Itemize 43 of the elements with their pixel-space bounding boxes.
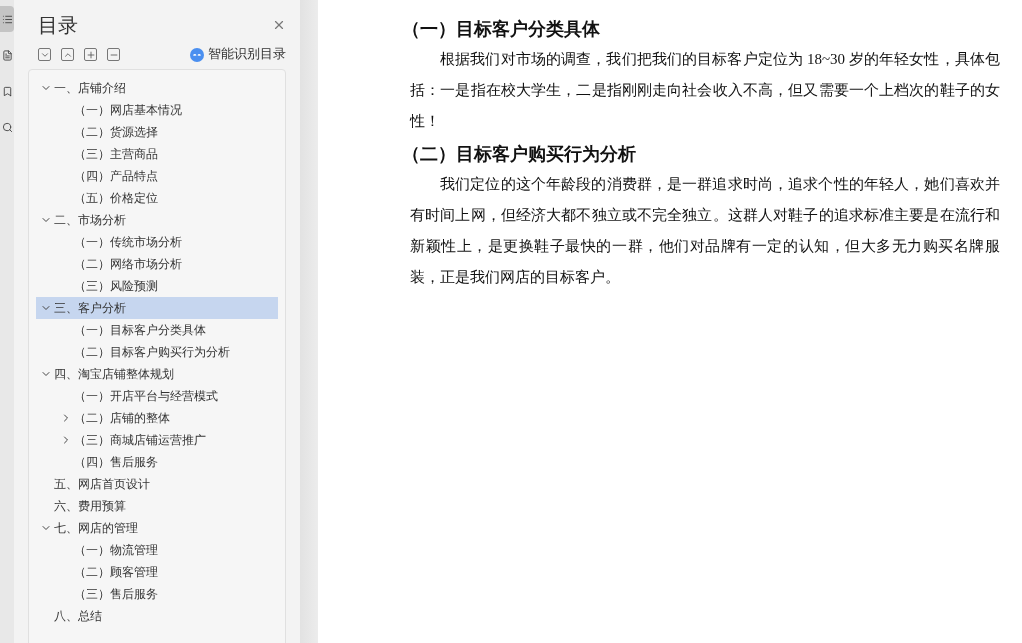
toc-item[interactable]: （二）顾客管理 <box>36 561 278 583</box>
close-icon[interactable] <box>272 18 286 32</box>
section-heading: （二）目标客户购买行为分析 <box>402 143 637 166</box>
toc-item[interactable]: （一）传统市场分析 <box>36 231 278 253</box>
toc-item[interactable]: （一）网店基本情况 <box>36 99 278 121</box>
toc-item[interactable]: 八、总结 <box>36 605 278 627</box>
expand-all-button[interactable] <box>61 48 74 61</box>
toc-item[interactable]: 七、网店的管理 <box>36 517 278 539</box>
search-icon <box>1 121 13 133</box>
toc-item[interactable]: （一）物流管理 <box>36 539 278 561</box>
add-button[interactable] <box>84 48 97 61</box>
toc-item[interactable]: （一）开店平台与经营模式 <box>36 385 278 407</box>
toc-item[interactable]: 二、市场分析 <box>36 209 278 231</box>
paragraph: 我们定位的这个年龄段的消费群，是一群追求时尚，追求个性的年轻人，她们喜欢并有时间上网，但经济大都不独立或不完全独立。这群人对鞋子的追求标准主要是在流行和新颖性上，是更换鞋子最快的一群，他们对品牌有一定的认知，但大多无力购买名牌服装，正是我们网店的目标客户。 <box>410 175 1000 287</box>
panel-title: 目录 <box>38 11 78 39</box>
toc-item[interactable]: （二）货源选择 <box>36 121 278 143</box>
toc-item[interactable]: 一、店铺介绍 <box>36 77 278 99</box>
toc-item[interactable]: 三、客户分析 <box>36 297 278 319</box>
toc-item[interactable]: （二）网络市场分析 <box>36 253 278 275</box>
smiley-icon <box>190 47 204 62</box>
toc-item[interactable]: 六、费用预算 <box>36 495 278 517</box>
toc-item[interactable]: （三）售后服务 <box>36 583 278 605</box>
toc-item[interactable]: （三）商城店铺运营推广 <box>36 429 278 451</box>
toc-item[interactable]: （二）目标客户购买行为分析 <box>36 341 278 363</box>
list-icon <box>1 13 13 25</box>
plus-icon <box>85 49 96 60</box>
toc-item[interactable]: （四）售后服务 <box>36 451 278 473</box>
paragraph: 根据我们对市场的调查，我们把我们的目标客户定位为 18~30 岁的年轻女性，具体包括：一是指在校大学生，二是指刚刚走向社会收入不高，但又需要一个上档次的鞋子的女性！ <box>410 50 1000 131</box>
bookmark-icon <box>1 85 13 97</box>
toc-item[interactable]: （三）风险预测 <box>36 275 278 297</box>
toc-item[interactable]: （五）价格定位 <box>36 187 278 209</box>
toc-item[interactable]: 四、淘宝店铺整体规划 <box>36 363 278 385</box>
section-heading: （一）目标客户分类具体 <box>402 18 601 41</box>
toc-item[interactable]: （三）主营商品 <box>36 143 278 165</box>
remove-button[interactable] <box>107 48 120 61</box>
toc-item[interactable]: 五、网店首页设计 <box>36 473 278 495</box>
document-icon <box>1 49 13 61</box>
toc-item[interactable]: （四）产品特点 <box>36 165 278 187</box>
collapse-all-button[interactable] <box>38 48 51 61</box>
toc-item[interactable]: （一）目标客户分类具体 <box>36 319 278 341</box>
sidebar-tab[interactable] <box>0 6 14 32</box>
smart-toc-button[interactable]: 智能识别目录 <box>190 46 286 63</box>
toc-item[interactable]: （二）店铺的整体 <box>36 407 278 429</box>
